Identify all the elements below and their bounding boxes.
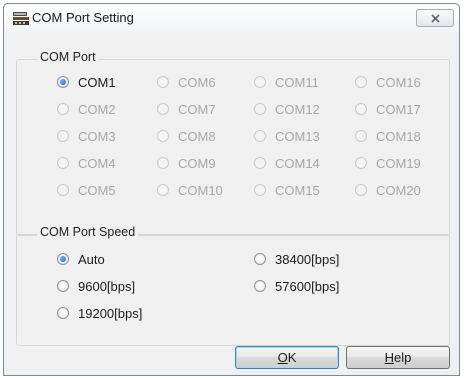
radio-indicator [57, 184, 69, 196]
radio-label: COM7 [178, 101, 216, 117]
radio-com9[interactable]: COM9 [157, 155, 216, 171]
radio-label: COM5 [78, 182, 116, 198]
radio-com4[interactable]: COM4 [57, 155, 116, 171]
radio-label: COM17 [376, 101, 421, 117]
radio-label: 9600[bps] [78, 278, 136, 294]
radio-indicator [355, 103, 367, 115]
radio-indicator [254, 103, 266, 115]
radio-com6[interactable]: COM6 [157, 74, 216, 90]
serial-port-icon [12, 10, 30, 26]
radio-indicator [57, 130, 69, 142]
help-button[interactable]: Help [346, 346, 450, 369]
radio-speed-19200[interactable]: 19200[bps] [57, 305, 142, 321]
radio-indicator [57, 76, 69, 88]
radio-indicator [355, 184, 367, 196]
radio-label: COM8 [178, 128, 216, 144]
radio-label: COM2 [78, 101, 116, 117]
close-button[interactable] [416, 9, 454, 27]
radio-com20[interactable]: COM20 [355, 182, 421, 198]
radio-label: COM14 [275, 155, 320, 171]
help-label-rest: elp [394, 350, 412, 365]
radio-label: COM13 [275, 128, 320, 144]
radio-indicator [254, 157, 266, 169]
radio-com5[interactable]: COM5 [57, 182, 116, 198]
radio-com10[interactable]: COM10 [157, 182, 223, 198]
com-port-group-label: COM Port [37, 50, 99, 64]
radio-label: COM1 [78, 74, 116, 90]
radio-indicator [157, 130, 169, 142]
radio-indicator [157, 157, 169, 169]
radio-speed-57600[interactable]: 57600[bps] [254, 278, 339, 294]
com-port-setting-dialog: COM Port Setting COM Port COM1 COM2 COM3… [3, 3, 460, 376]
radio-indicator [57, 157, 69, 169]
radio-com7[interactable]: COM7 [157, 101, 216, 117]
radio-label: COM16 [376, 74, 421, 90]
radio-indicator [254, 76, 266, 88]
radio-com15[interactable]: COM15 [254, 182, 320, 198]
radio-indicator [57, 253, 69, 265]
ok-button[interactable]: OK [235, 346, 339, 369]
radio-com19[interactable]: COM19 [355, 155, 421, 171]
radio-label: COM12 [275, 101, 320, 117]
radio-com8[interactable]: COM8 [157, 128, 216, 144]
radio-label: COM4 [78, 155, 116, 171]
radio-com3[interactable]: COM3 [57, 128, 116, 144]
radio-label: COM10 [178, 182, 223, 198]
radio-indicator [57, 103, 69, 115]
radio-indicator [355, 157, 367, 169]
radio-com2[interactable]: COM2 [57, 101, 116, 117]
radio-indicator [355, 76, 367, 88]
radio-indicator [157, 184, 169, 196]
radio-com1[interactable]: COM1 [57, 74, 116, 90]
radio-indicator [57, 280, 69, 292]
radio-com14[interactable]: COM14 [254, 155, 320, 171]
radio-speed-38400[interactable]: 38400[bps] [254, 251, 339, 267]
ok-mnemonic: O [277, 350, 288, 365]
radio-com13[interactable]: COM13 [254, 128, 320, 144]
radio-com16[interactable]: COM16 [355, 74, 421, 90]
radio-label: 19200[bps] [78, 305, 143, 321]
radio-com11[interactable]: COM11 [254, 74, 319, 90]
radio-label: 57600[bps] [275, 278, 340, 294]
radio-com17[interactable]: COM17 [355, 101, 421, 117]
radio-label: Auto [78, 251, 105, 267]
radio-label: COM6 [178, 74, 216, 90]
com-port-speed-group-label: COM Port Speed [37, 225, 139, 239]
radio-speed-auto[interactable]: Auto [57, 251, 105, 267]
radio-label: COM3 [78, 128, 116, 144]
window-title: COM Port Setting [32, 10, 134, 25]
radio-indicator [254, 184, 266, 196]
close-icon [431, 14, 440, 23]
radio-indicator [157, 76, 169, 88]
radio-com18[interactable]: COM18 [355, 128, 421, 144]
radio-speed-9600[interactable]: 9600[bps] [57, 278, 135, 294]
radio-label: COM11 [275, 74, 319, 90]
radio-label: 38400[bps] [275, 251, 340, 267]
radio-indicator [254, 130, 266, 142]
radio-label: COM15 [275, 182, 320, 198]
ok-label-rest: K [287, 350, 297, 365]
title-bar[interactable]: COM Port Setting [4, 4, 459, 32]
radio-indicator [57, 307, 69, 319]
dialog-client-area: COM Port COM1 COM2 COM3 COM4 COM5 COM6 C… [12, 34, 453, 370]
radio-com12[interactable]: COM12 [254, 101, 320, 117]
radio-indicator [157, 103, 169, 115]
radio-indicator [254, 280, 266, 292]
radio-indicator [355, 130, 367, 142]
radio-label: COM20 [376, 182, 421, 198]
radio-label: COM19 [376, 155, 421, 171]
radio-label: COM9 [178, 155, 216, 171]
radio-label: COM18 [376, 128, 421, 144]
help-mnemonic: H [384, 350, 395, 365]
radio-indicator [254, 253, 266, 265]
